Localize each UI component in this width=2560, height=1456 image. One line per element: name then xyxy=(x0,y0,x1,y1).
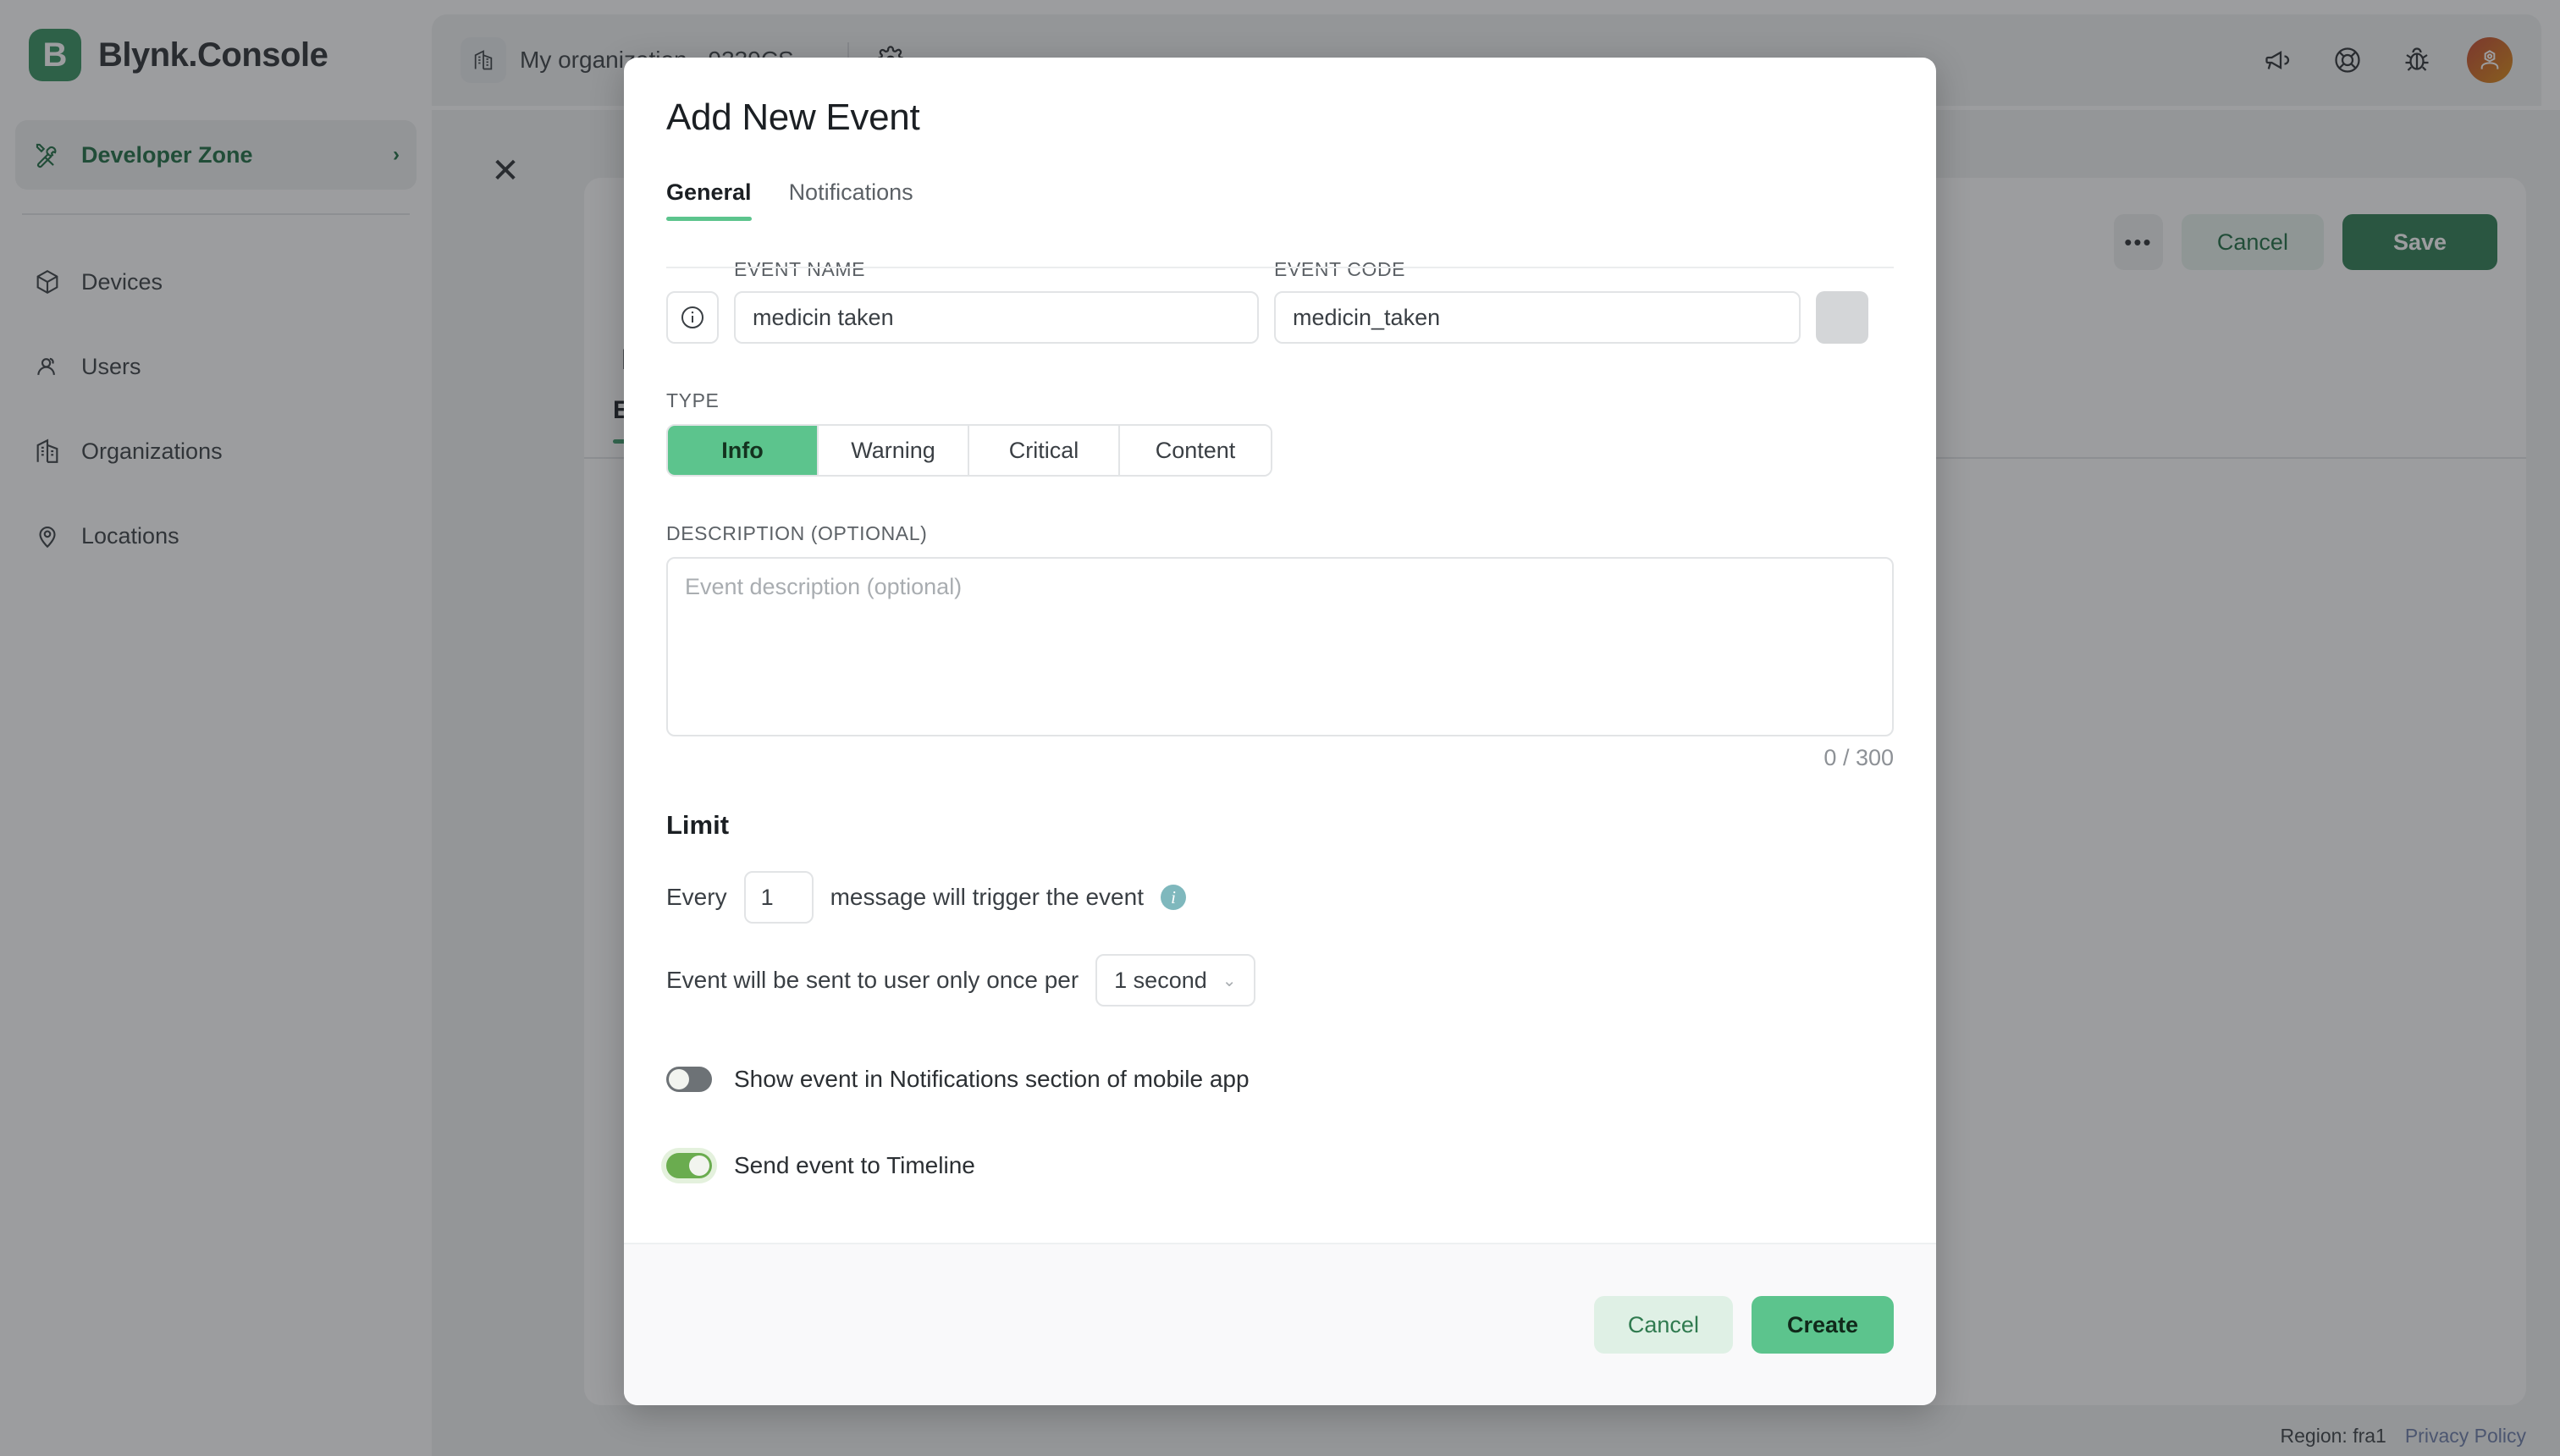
description-section: DESCRIPTION (OPTIONAL) Event description… xyxy=(666,522,1894,771)
type-option-critical[interactable]: Critical xyxy=(969,426,1120,475)
limit-count-input[interactable]: 1 xyxy=(744,871,814,924)
type-option-content[interactable]: Content xyxy=(1120,426,1271,475)
type-segmented-control: Info Warning Critical Content xyxy=(666,424,1272,477)
event-code-group: EVENT CODE medicin_taken xyxy=(1274,258,1801,344)
event-icon-picker-button[interactable] xyxy=(666,291,719,344)
description-textarea[interactable]: Event description (optional) xyxy=(666,557,1894,736)
limit-period-prefix: Event will be sent to user only once per xyxy=(666,967,1079,994)
description-label: DESCRIPTION (OPTIONAL) xyxy=(666,522,1894,545)
dialog-create-button[interactable]: Create xyxy=(1752,1296,1894,1354)
description-wrap: Event description (optional) 0 / 300 xyxy=(666,557,1894,771)
limit-period-row: Event will be sent to user only once per… xyxy=(666,954,1894,1007)
toggle-show-in-notifications-row: Show event in Notifications section of m… xyxy=(666,1066,1894,1093)
chevron-down-icon: ⌄ xyxy=(1222,970,1237,991)
toggle-send-to-timeline[interactable] xyxy=(666,1153,712,1178)
copy-event-code-button[interactable] xyxy=(1816,291,1868,344)
toggle-send-to-timeline-label: Send event to Timeline xyxy=(734,1152,975,1179)
event-name-input[interactable]: medicin taken xyxy=(734,291,1259,344)
tab-notifications[interactable]: Notifications xyxy=(789,179,913,221)
toggle-show-in-notifications-label: Show event in Notifications section of m… xyxy=(734,1066,1250,1093)
dialog-cancel-button[interactable]: Cancel xyxy=(1594,1296,1733,1354)
dialog-tabs: General Notifications xyxy=(666,179,1894,221)
type-label: TYPE xyxy=(666,389,1894,412)
toggle-knob xyxy=(689,1155,709,1176)
toggle-knob xyxy=(669,1069,689,1089)
dialog-tabs-underline xyxy=(666,267,1894,268)
limit-period-value: 1 second xyxy=(1114,968,1207,994)
info-icon[interactable]: i xyxy=(1161,885,1186,910)
dialog-title: Add New Event xyxy=(666,97,1894,139)
limit-period-select[interactable]: 1 second ⌄ xyxy=(1095,954,1255,1007)
add-new-event-dialog: Add New Event General Notifications EVEN… xyxy=(624,58,1936,1405)
limit-every-prefix: Every xyxy=(666,884,727,911)
type-option-info[interactable]: Info xyxy=(668,426,819,475)
type-option-warning[interactable]: Warning xyxy=(819,426,969,475)
event-name-group: EVENT NAME medicin taken xyxy=(734,258,1259,344)
limit-heading: Limit xyxy=(666,810,1894,841)
limit-every-row: Every 1 message will trigger the event i xyxy=(666,871,1894,924)
dialog-body: Add New Event General Notifications EVEN… xyxy=(624,58,1936,1243)
toggle-show-in-notifications[interactable] xyxy=(666,1067,712,1092)
name-code-row: EVENT NAME medicin taken EVENT CODE medi… xyxy=(666,258,1894,344)
description-counter: 0 / 300 xyxy=(666,745,1894,771)
type-section: TYPE Info Warning Critical Content xyxy=(666,389,1894,477)
tab-general[interactable]: General xyxy=(666,179,752,221)
limit-every-suffix: message will trigger the event xyxy=(830,884,1144,911)
toggle-send-to-timeline-row: Send event to Timeline xyxy=(666,1152,1894,1179)
dialog-footer: Cancel Create xyxy=(624,1243,1936,1405)
event-code-input[interactable]: medicin_taken xyxy=(1274,291,1801,344)
event-code-label: EVENT CODE xyxy=(1274,258,1801,281)
event-name-label: EVENT NAME xyxy=(734,258,1259,281)
